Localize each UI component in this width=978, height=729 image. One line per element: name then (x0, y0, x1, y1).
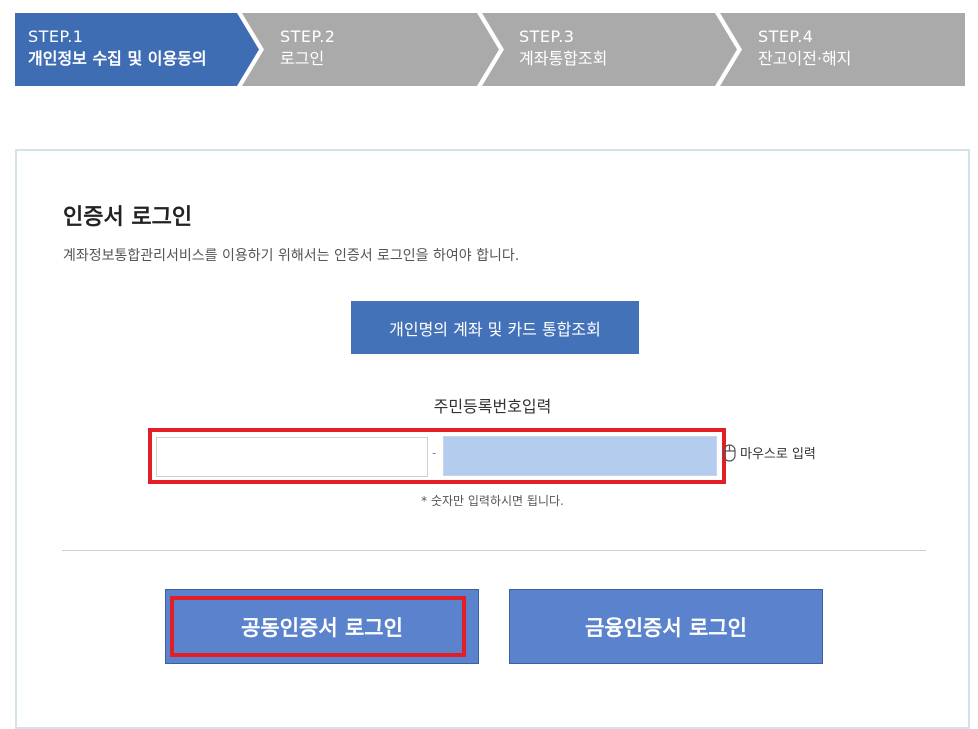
rrn-second-input[interactable] (443, 436, 717, 476)
step-4-label: 잔고이전·해지 (758, 49, 852, 68)
rrn-input-highlight: - (148, 428, 726, 484)
financial-certificate-login-label: 금융인증서 로그인 (585, 615, 747, 640)
rrn-separator: - (432, 446, 437, 460)
step-1-label: 개인정보 수집 및 이용동의 (28, 49, 207, 68)
rrn-hint: * 숫자만 입력하시면 됩니다. (421, 494, 564, 508)
certificate-login-panel: 인증서 로그인 계좌정보통합관리서비스를 이용하기 위해서는 인증서 로그인을 … (15, 149, 970, 729)
step-3: STEP.3 계좌통합조회 (519, 26, 607, 70)
step-2-number: STEP.2 (280, 27, 336, 46)
step-4: STEP.4 잔고이전·해지 (758, 26, 851, 70)
step-2-label: 로그인 (280, 49, 325, 68)
step-2: STEP.2 로그인 (280, 26, 335, 70)
mouse-icon (723, 443, 736, 462)
financial-certificate-login-button[interactable]: 금융인증서 로그인 (509, 589, 823, 664)
rrn-first-input[interactable] (156, 437, 428, 477)
step-1-number: STEP.1 (28, 27, 84, 46)
rrn-label: 주민등록번호입력 (433, 397, 552, 416)
step-progress-bar: STEP.1 개인정보 수집 및 이용동의 STEP.2 로그인 STEP.3 … (15, 13, 965, 86)
page-title: 인증서 로그인 (63, 205, 193, 230)
step-1: STEP.1 개인정보 수집 및 이용동의 (28, 26, 207, 70)
joint-certificate-login-label: 공동인증서 로그인 (241, 615, 403, 640)
mouse-input-label: 마우스로 입력 (740, 447, 816, 462)
personal-account-card-inquiry-button[interactable]: 개인명의 계좌 및 카드 통합조회 (351, 301, 639, 354)
step-4-number: STEP.4 (758, 27, 814, 46)
joint-certificate-login-button[interactable]: 공동인증서 로그인 (165, 589, 479, 664)
step-3-number: STEP.3 (519, 27, 575, 46)
step-3-label: 계좌통합조회 (519, 49, 608, 68)
login-description: 계좌정보통합관리서비스를 이용하기 위해서는 인증서 로그인을 하여야 합니다. (63, 248, 520, 264)
mouse-input-toggle[interactable]: 마우스로 입력 (723, 443, 816, 462)
divider (62, 550, 926, 551)
